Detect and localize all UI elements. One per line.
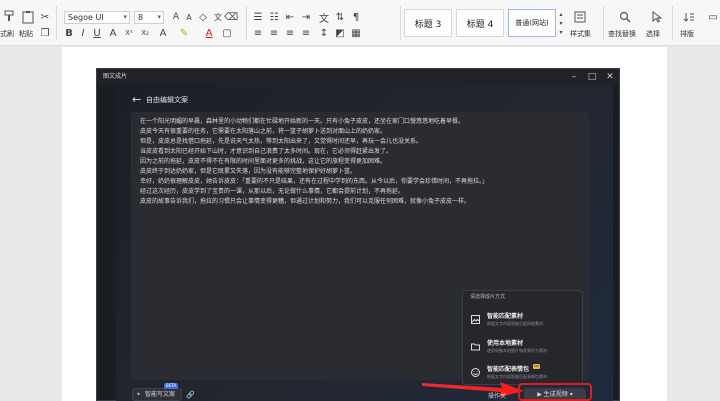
operation-button[interactable]: 操作关 — [488, 391, 506, 400]
story-line: 皮皮的故事告诉我们，拖拉的习惯只会让事情变得更糟，但通过计划和努力，我们可以克服… — [140, 198, 471, 205]
clear-format-icon[interactable]: ◇ — [198, 11, 208, 23]
cursor-arrow-icon[interactable] — [650, 9, 664, 25]
bold-icon[interactable]: B — [64, 27, 74, 39]
back-arrow-icon[interactable]: ← — [132, 93, 141, 106]
layout-icon[interactable] — [682, 9, 696, 25]
link-icon[interactable]: 🔗 — [186, 391, 195, 399]
font-size-select[interactable]: 8 ▾ — [134, 11, 164, 24]
panel-title: 自由编辑文案 — [146, 96, 188, 104]
more-icon[interactable]: ▭ — [708, 9, 718, 25]
style-title3-label: 标题 3 — [414, 19, 442, 30]
ribbon-separator — [400, 6, 401, 40]
copy-icon[interactable]: ❐ — [40, 28, 50, 39]
menu-item-desc: 使用电脑本地图片和视频作为素材 — [487, 348, 547, 353]
highlight-icon[interactable]: ✎ — [178, 27, 190, 39]
shrink-font-icon[interactable]: A — [184, 11, 194, 23]
italic-icon[interactable]: I — [78, 27, 88, 39]
more-styles-icon[interactable]: ▾ — [557, 28, 565, 36]
red-highlight-box — [518, 383, 592, 401]
font-name-value: Segoe UI — [68, 13, 104, 22]
font-name-select[interactable]: Segoe UI ▾ — [64, 11, 130, 24]
grow-font-icon[interactable]: A — [171, 11, 181, 23]
menu-item-local-material[interactable]: 使用本地素材 — [487, 338, 523, 347]
cut-icon[interactable]: ✂ — [40, 12, 50, 23]
style-title4[interactable]: 标题 4 — [456, 9, 504, 37]
ribbon-separator — [603, 6, 604, 40]
close-icon[interactable]: ✕ — [601, 69, 619, 85]
shading-icon[interactable]: ◩ — [334, 27, 346, 39]
border-icon[interactable]: ▦ — [350, 27, 362, 39]
story-line: 但是，皮皮总是找借口拖延，先是说天气太热，等到太阳出来了，又觉得时间还早，再玩一… — [140, 138, 423, 145]
sort-label: 排版 — [680, 30, 694, 38]
story-line: 因为之前的拖延，皮皮不得不在有限的时间里面对更多的挑战，这让它的旅程变得更加困难… — [140, 158, 387, 165]
sort-icon[interactable]: ⇅ — [334, 11, 346, 23]
underline-icon[interactable]: U — [92, 27, 102, 39]
decrease-indent-icon[interactable]: ⇤ — [284, 11, 296, 23]
strikethrough-icon[interactable]: A — [108, 27, 118, 39]
font-size-value: 8 — [138, 13, 144, 22]
vip-badge: VIP — [533, 364, 540, 369]
number-list-icon[interactable]: ☷ — [268, 11, 280, 23]
format-painter-icon[interactable] — [2, 9, 16, 23]
menu-item-desc: 根据文字内容智能匹配网络素材 — [487, 321, 543, 326]
red-arrow-annotation — [422, 382, 524, 397]
paste-label: 粘贴 — [19, 30, 33, 38]
sparkle-icon: ✦ — [136, 391, 142, 398]
select-label: 选择 — [646, 30, 660, 38]
ribbon-separator — [56, 6, 57, 40]
ai-write-button[interactable]: ✦ 智能写文案 — [132, 388, 182, 401]
paste-icon[interactable] — [20, 9, 36, 25]
increase-indent-icon[interactable]: ⇥ — [300, 11, 312, 23]
word-ribbon: 式刷 粘贴 ✂ ❐ Segoe UI ▾ 8 ▾ A A ◇ 文 ⌫ B I U… — [0, 0, 720, 46]
eraser-icon[interactable]: ⌫ — [224, 11, 238, 23]
format-painter-label: 式刷 — [0, 30, 14, 38]
style-set-icon[interactable] — [573, 9, 587, 25]
story-line: 皮皮终于到达奶奶家，但是它既累又失落，因为没有能够完整地保护好胡萝卜篮。 — [140, 168, 357, 175]
ribbon-separator — [246, 6, 247, 40]
folder-icon — [470, 341, 480, 351]
menu-header: 请选择成片方式 — [470, 294, 506, 300]
style-set-label: 样式集 — [570, 30, 591, 38]
chevron-down-icon[interactable]: ▾ — [557, 19, 565, 27]
justify-icon[interactable]: ≡ — [300, 27, 312, 39]
chevron-up-icon[interactable]: ▴ — [557, 10, 565, 18]
menu-item-smart-emoji[interactable]: 智能匹配表情包 — [487, 364, 529, 373]
style-normal-label: 普通(网站) — [515, 19, 549, 27]
align-center-icon[interactable]: ≡ — [268, 27, 280, 39]
chinese-layout-icon[interactable]: 文 — [318, 11, 330, 25]
dialog-title: 图文成片 — [97, 69, 619, 85]
char-border-icon[interactable]: ▢ — [222, 27, 232, 39]
story-line: 幸好，奶奶很理解皮皮，她告诉皮皮：「重要的不只是结果，还有在过程中学到的东西。从… — [140, 178, 489, 185]
text-effect-icon[interactable]: A — [158, 27, 168, 39]
minimize-icon[interactable]: – — [565, 69, 583, 85]
style-title4-label: 标题 4 — [466, 19, 494, 30]
chevron-down-icon: ▾ — [123, 13, 127, 21]
superscript-icon[interactable]: X² — [124, 27, 134, 39]
beta-badge: BETA — [164, 383, 179, 389]
search-icon[interactable] — [618, 9, 632, 25]
phonetic-icon[interactable]: 文 — [212, 11, 224, 23]
ribbon-separator — [672, 6, 673, 40]
menu-item-smart-material[interactable]: 智能匹配素材 — [487, 311, 523, 320]
style-title3[interactable]: 标题 3 — [404, 9, 452, 37]
align-left-icon[interactable]: ≡ — [252, 27, 264, 39]
ai-write-label: 智能写文案 — [145, 391, 176, 398]
show-marks-icon[interactable]: ¶ — [350, 11, 362, 23]
bullet-list-icon[interactable]: ☰ — [252, 11, 264, 23]
image-icon — [470, 314, 480, 324]
story-line: 皮皮今天有很重要的任务，它需要在太阳落山之前，将一篮子胡萝卜送到对面山上的奶奶家… — [140, 128, 387, 135]
line-spacing-icon[interactable]: ↕ — [318, 27, 330, 39]
font-color-icon[interactable]: A — [204, 27, 214, 39]
story-line: 在一个阳光明媚的早晨，森林里的小动物们都在忙碌地开始新的一天。只有小兔子皮皮，还… — [140, 118, 465, 125]
story-line: 经过这次经历，皮皮学到了宝贵的一课，从那以后，无论做什么事情，它都会提前计划，不… — [140, 188, 405, 195]
story-line: 当皮皮看到太阳已经开始下山时，才意识到自己浪费了太多时间。现在，它必须得赶紧出发… — [140, 148, 393, 155]
subscript-icon[interactable]: X₂ — [140, 27, 150, 39]
maximize-icon[interactable]: □ — [583, 69, 601, 85]
style-normal-web[interactable]: 普通(网站) — [508, 9, 556, 37]
find-replace-label: 查找替换 — [608, 30, 636, 38]
align-right-icon[interactable]: ≡ — [284, 27, 296, 39]
chevron-down-icon: ▾ — [157, 13, 161, 21]
